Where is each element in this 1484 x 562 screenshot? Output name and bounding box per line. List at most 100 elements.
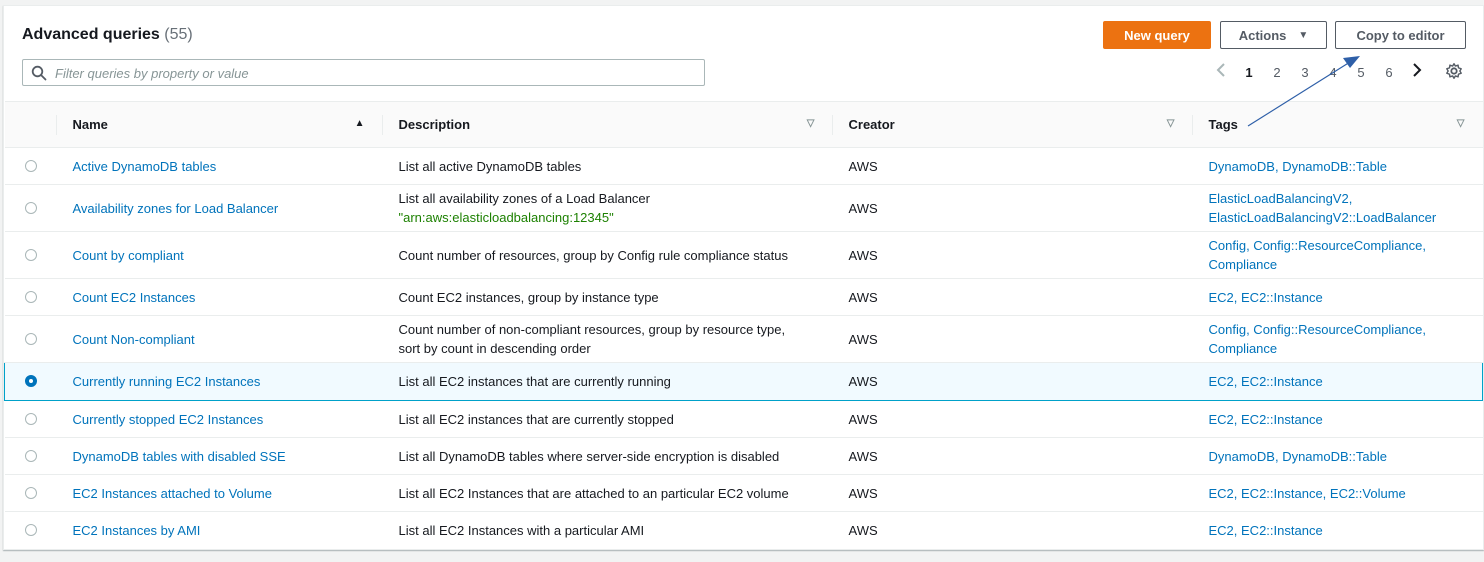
- description-text: List all EC2 Instances that are attached…: [398, 485, 789, 501]
- row-radio-button[interactable]: [24, 290, 37, 303]
- new-query-button[interactable]: New query: [1103, 21, 1211, 49]
- page-5[interactable]: 5: [1347, 65, 1375, 80]
- table-header-row: Name ▲ Description ▽ Creator ▽ Tags ▽: [4, 101, 1483, 148]
- tags-link[interactable]: EC2, EC2::Instance: [1209, 288, 1483, 307]
- row-select-cell[interactable]: [4, 147, 57, 185]
- description-text: List all active DynamoDB tables: [398, 158, 582, 174]
- row-select-cell[interactable]: [4, 474, 57, 512]
- row-radio-button[interactable]: [24, 486, 37, 499]
- name-cell: EC2 Instances attached to Volume: [56, 474, 383, 512]
- tags-link[interactable]: EC2, EC2::Instance: [1209, 410, 1483, 429]
- creator-cell: AWS: [832, 511, 1193, 550]
- row-radio-button[interactable]: [24, 449, 37, 462]
- row-select-cell[interactable]: [4, 231, 57, 279]
- name-cell: Count Non-compliant: [56, 315, 383, 363]
- page-1[interactable]: 1: [1235, 65, 1263, 80]
- table-row[interactable]: EC2 Instances by AMI List all EC2 Instanc…: [4, 511, 1483, 550]
- description-cell: List all EC2 instances that are currentl…: [382, 400, 833, 438]
- description-cell: Count number of non-compliant resources,…: [382, 315, 833, 363]
- query-name-link[interactable]: Count EC2 Instances: [73, 290, 196, 305]
- table-row[interactable]: Currently stopped EC2 Instances List all …: [4, 400, 1483, 438]
- page-4[interactable]: 4: [1319, 65, 1347, 80]
- page-2[interactable]: 2: [1263, 65, 1291, 80]
- query-name-link[interactable]: DynamoDB tables with disabled SSE: [73, 449, 286, 464]
- row-select-cell[interactable]: [4, 315, 57, 363]
- column-label: Creator: [848, 117, 895, 132]
- description-cell: List all active DynamoDB tables: [382, 147, 833, 185]
- search-input[interactable]: [55, 64, 695, 82]
- table-row[interactable]: Availability zones for Load Balancer List…: [4, 184, 1483, 232]
- query-name-link[interactable]: EC2 Instances attached to Volume: [73, 486, 272, 501]
- tags-link[interactable]: DynamoDB, DynamoDB::Table: [1209, 447, 1483, 466]
- row-select-cell[interactable]: [4, 511, 57, 550]
- tags-link-continued[interactable]: Compliance: [1209, 339, 1483, 358]
- tags-link[interactable]: DynamoDB, DynamoDB::Table: [1209, 157, 1483, 176]
- actions-dropdown-button[interactable]: Actions ▼: [1220, 21, 1327, 49]
- name-cell: EC2 Instances by AMI: [56, 511, 383, 550]
- tags-cell: Config, Config::ResourceCompliance, Compl…: [1192, 231, 1483, 279]
- creator-cell: AWS: [832, 184, 1193, 232]
- row-select-cell[interactable]: [4, 362, 57, 401]
- query-name-link[interactable]: EC2 Instances by AMI: [73, 523, 201, 538]
- tags-link[interactable]: EC2, EC2::Instance, EC2::Volume: [1209, 484, 1483, 503]
- chevron-left-icon[interactable]: [1207, 63, 1235, 82]
- row-radio-button[interactable]: [24, 524, 37, 536]
- row-radio-button[interactable]: [24, 201, 37, 214]
- search-field[interactable]: [22, 59, 705, 86]
- select-column-header: [5, 102, 57, 148]
- creator-cell: AWS: [832, 315, 1193, 363]
- description-cell: List all EC2 Instances with a particular…: [382, 511, 833, 550]
- title-text: Advanced queries: [22, 26, 160, 43]
- query-name-link[interactable]: Count by compliant: [73, 248, 184, 263]
- page-6[interactable]: 6: [1375, 65, 1403, 80]
- sort-icon[interactable]: ▽: [807, 118, 815, 129]
- table-row[interactable]: Currently running EC2 Instances List all …: [4, 362, 1483, 401]
- query-name-link[interactable]: Availability zones for Load Balancer: [73, 201, 279, 216]
- table-row[interactable]: Active DynamoDB tables List all active Dy…: [4, 147, 1483, 185]
- creator-cell: AWS: [832, 474, 1193, 512]
- row-select-cell[interactable]: [4, 184, 57, 232]
- sort-ascending-icon[interactable]: ▲: [355, 118, 365, 129]
- column-header-creator[interactable]: Creator ▽: [833, 102, 1193, 148]
- sort-icon[interactable]: ▽: [1457, 118, 1465, 129]
- description-cell: List all availability zones of a Load Ba…: [382, 184, 833, 232]
- table-row[interactable]: DynamoDB tables with disabled SSE List al…: [4, 437, 1483, 475]
- table-row[interactable]: Count EC2 Instances Count EC2 instances, …: [4, 278, 1483, 316]
- tags-cell: EC2, EC2::Instance: [1192, 511, 1483, 550]
- creator-cell: AWS: [832, 147, 1193, 185]
- row-select-cell[interactable]: [4, 278, 57, 316]
- table-row[interactable]: Count by compliant Count number of resour…: [4, 231, 1483, 279]
- query-name-link[interactable]: Currently stopped EC2 Instances: [73, 412, 264, 427]
- row-select-cell[interactable]: [4, 437, 57, 475]
- tags-link-continued[interactable]: Compliance: [1209, 255, 1483, 274]
- table-row[interactable]: Count Non-compliant Count number of non-c…: [4, 315, 1483, 363]
- gear-icon[interactable]: [1445, 62, 1463, 80]
- tags-link[interactable]: ElasticLoadBalancingV2,: [1209, 189, 1483, 208]
- sort-icon[interactable]: ▽: [1167, 118, 1175, 129]
- query-name-link[interactable]: Active DynamoDB tables: [73, 159, 217, 174]
- table-row[interactable]: EC2 Instances attached to Volume List all…: [4, 474, 1483, 512]
- tags-link[interactable]: Config, Config::ResourceCompliance,: [1209, 236, 1483, 255]
- creator-cell: AWS: [832, 362, 1193, 401]
- row-radio-button[interactable]: [24, 412, 37, 425]
- chevron-right-icon[interactable]: [1403, 63, 1431, 82]
- tags-link[interactable]: EC2, EC2::Instance: [1209, 521, 1483, 540]
- tags-link[interactable]: EC2, EC2::Instance: [1209, 372, 1483, 391]
- tags-link[interactable]: Config, Config::ResourceCompliance,: [1209, 320, 1483, 339]
- row-radio-button[interactable]: [24, 159, 37, 172]
- query-name-link[interactable]: Count Non-compliant: [73, 332, 195, 347]
- row-radio-button[interactable]: [24, 375, 37, 387]
- row-radio-button[interactable]: [24, 332, 37, 345]
- page-3[interactable]: 3: [1291, 65, 1319, 80]
- tags-cell: ElasticLoadBalancingV2, ElasticLoadBalanc…: [1192, 184, 1483, 232]
- actions-label: Actions: [1238, 27, 1287, 43]
- copy-to-editor-button[interactable]: Copy to editor: [1335, 21, 1466, 49]
- query-name-link[interactable]: Currently running EC2 Instances: [73, 374, 261, 389]
- row-select-cell[interactable]: [4, 400, 57, 438]
- column-header-name[interactable]: Name ▲: [57, 102, 383, 148]
- column-header-tags[interactable]: Tags ▽: [1193, 102, 1483, 148]
- column-header-description[interactable]: Description ▽: [383, 102, 833, 148]
- tags-cell: EC2, EC2::Instance: [1192, 400, 1483, 438]
- row-radio-button[interactable]: [24, 248, 37, 261]
- tags-link-continued[interactable]: ElasticLoadBalancingV2::LoadBalancer: [1209, 208, 1483, 227]
